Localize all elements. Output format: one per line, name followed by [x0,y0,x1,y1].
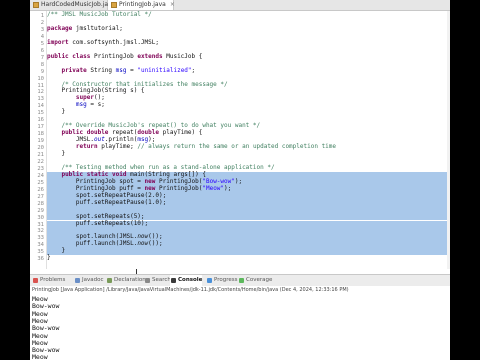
code-line[interactable]: puff.setRepeatPause(1.0); [47,199,447,207]
close-icon[interactable]: × [170,1,175,8]
declaration-icon [107,278,112,283]
panel-tab-label: Console [178,277,203,283]
code-line[interactable]: msg = s; [47,101,447,109]
line-number-gutter: 1 2 3 4 5 6 7 8 9 10 11 12 13 14 15 16 17 18 19 20 21 22 23 24 2… [30,11,47,269]
panel-tab-label: Declaration [114,277,146,283]
console-icon [171,278,176,283]
panel-tab-label: Coverage [246,277,273,283]
panel-tab-problems[interactable]: Problems [32,275,65,286]
code-line[interactable]: } [47,108,447,116]
code-line[interactable]: super(); [47,94,447,102]
eclipse-window: HardCodedMusicJob.java PrintingJob.java × … [30,0,450,360]
panel-tab-label: Javadoc [82,277,104,283]
progress-icon [207,278,212,283]
panel-tab-declaration[interactable]: Declaration [106,275,146,286]
code-line[interactable]: puff.launch(JMSL.now()); [47,240,447,249]
panel-tab-progress[interactable]: Progress [206,275,237,286]
editor-tab[interactable]: PrintingJob.java × [108,0,175,10]
java-file-icon [111,2,117,8]
console-header: PrintingJob [Java Application] /Library/… [30,286,450,295]
editor-tab[interactable]: HardCodedMusicJob.java [30,0,115,10]
panel-tab-label: Progress [214,277,238,283]
javadoc-icon [75,278,80,283]
vertical-scrollbar[interactable] [447,11,450,269]
code-line[interactable]: private String msg = "uninitialized"; [47,67,447,75]
panel-tab-label: Problems [40,277,66,283]
search-icon [145,278,150,283]
panel-tab-coverage[interactable]: Coverage [238,275,272,286]
code-line[interactable]: PrintingJob(String s) { [47,87,447,95]
panel-tab-console[interactable]: Console [170,275,203,286]
code-line[interactable]: public class PrintingJob extends MusicJo… [47,53,447,61]
problems-icon [33,278,38,283]
code-line[interactable]: import com.softsynth.jmsl.JMSL; [47,39,447,47]
code-line[interactable]: } [47,254,447,262]
code-line[interactable]: puff.setRepeats(10); [47,220,447,228]
editor-tab-label: PrintingJob.java [119,1,166,8]
code-line[interactable]: return playTime; // always return the sa… [47,143,447,151]
code-editor[interactable]: 1 2 3 4 5 6 7 8 9 10 11 12 13 14 15 16 17 18 19 20 21 22 23 24 2… [30,11,450,275]
console-line: Meow [32,353,48,360]
panel-tab-javadoc[interactable]: Javadoc [74,275,104,286]
editor-tab-bar: HardCodedMusicJob.java PrintingJob.java × [30,0,450,11]
code-line[interactable]: } [47,247,447,256]
coverage-icon [239,278,244,283]
panel-tab-search[interactable]: Search [144,275,171,286]
code-line[interactable]: } [47,150,447,158]
editor-tab-label: HardCodedMusicJob.java [41,1,116,8]
panel-tab-label: Search [152,277,171,283]
line-number: 36 [37,256,44,263]
code-line[interactable]: /** JMSL MusicJob Tutorial */ [47,11,447,19]
code-line[interactable]: package jmsltutorial; [47,25,447,33]
java-file-icon [33,2,39,8]
